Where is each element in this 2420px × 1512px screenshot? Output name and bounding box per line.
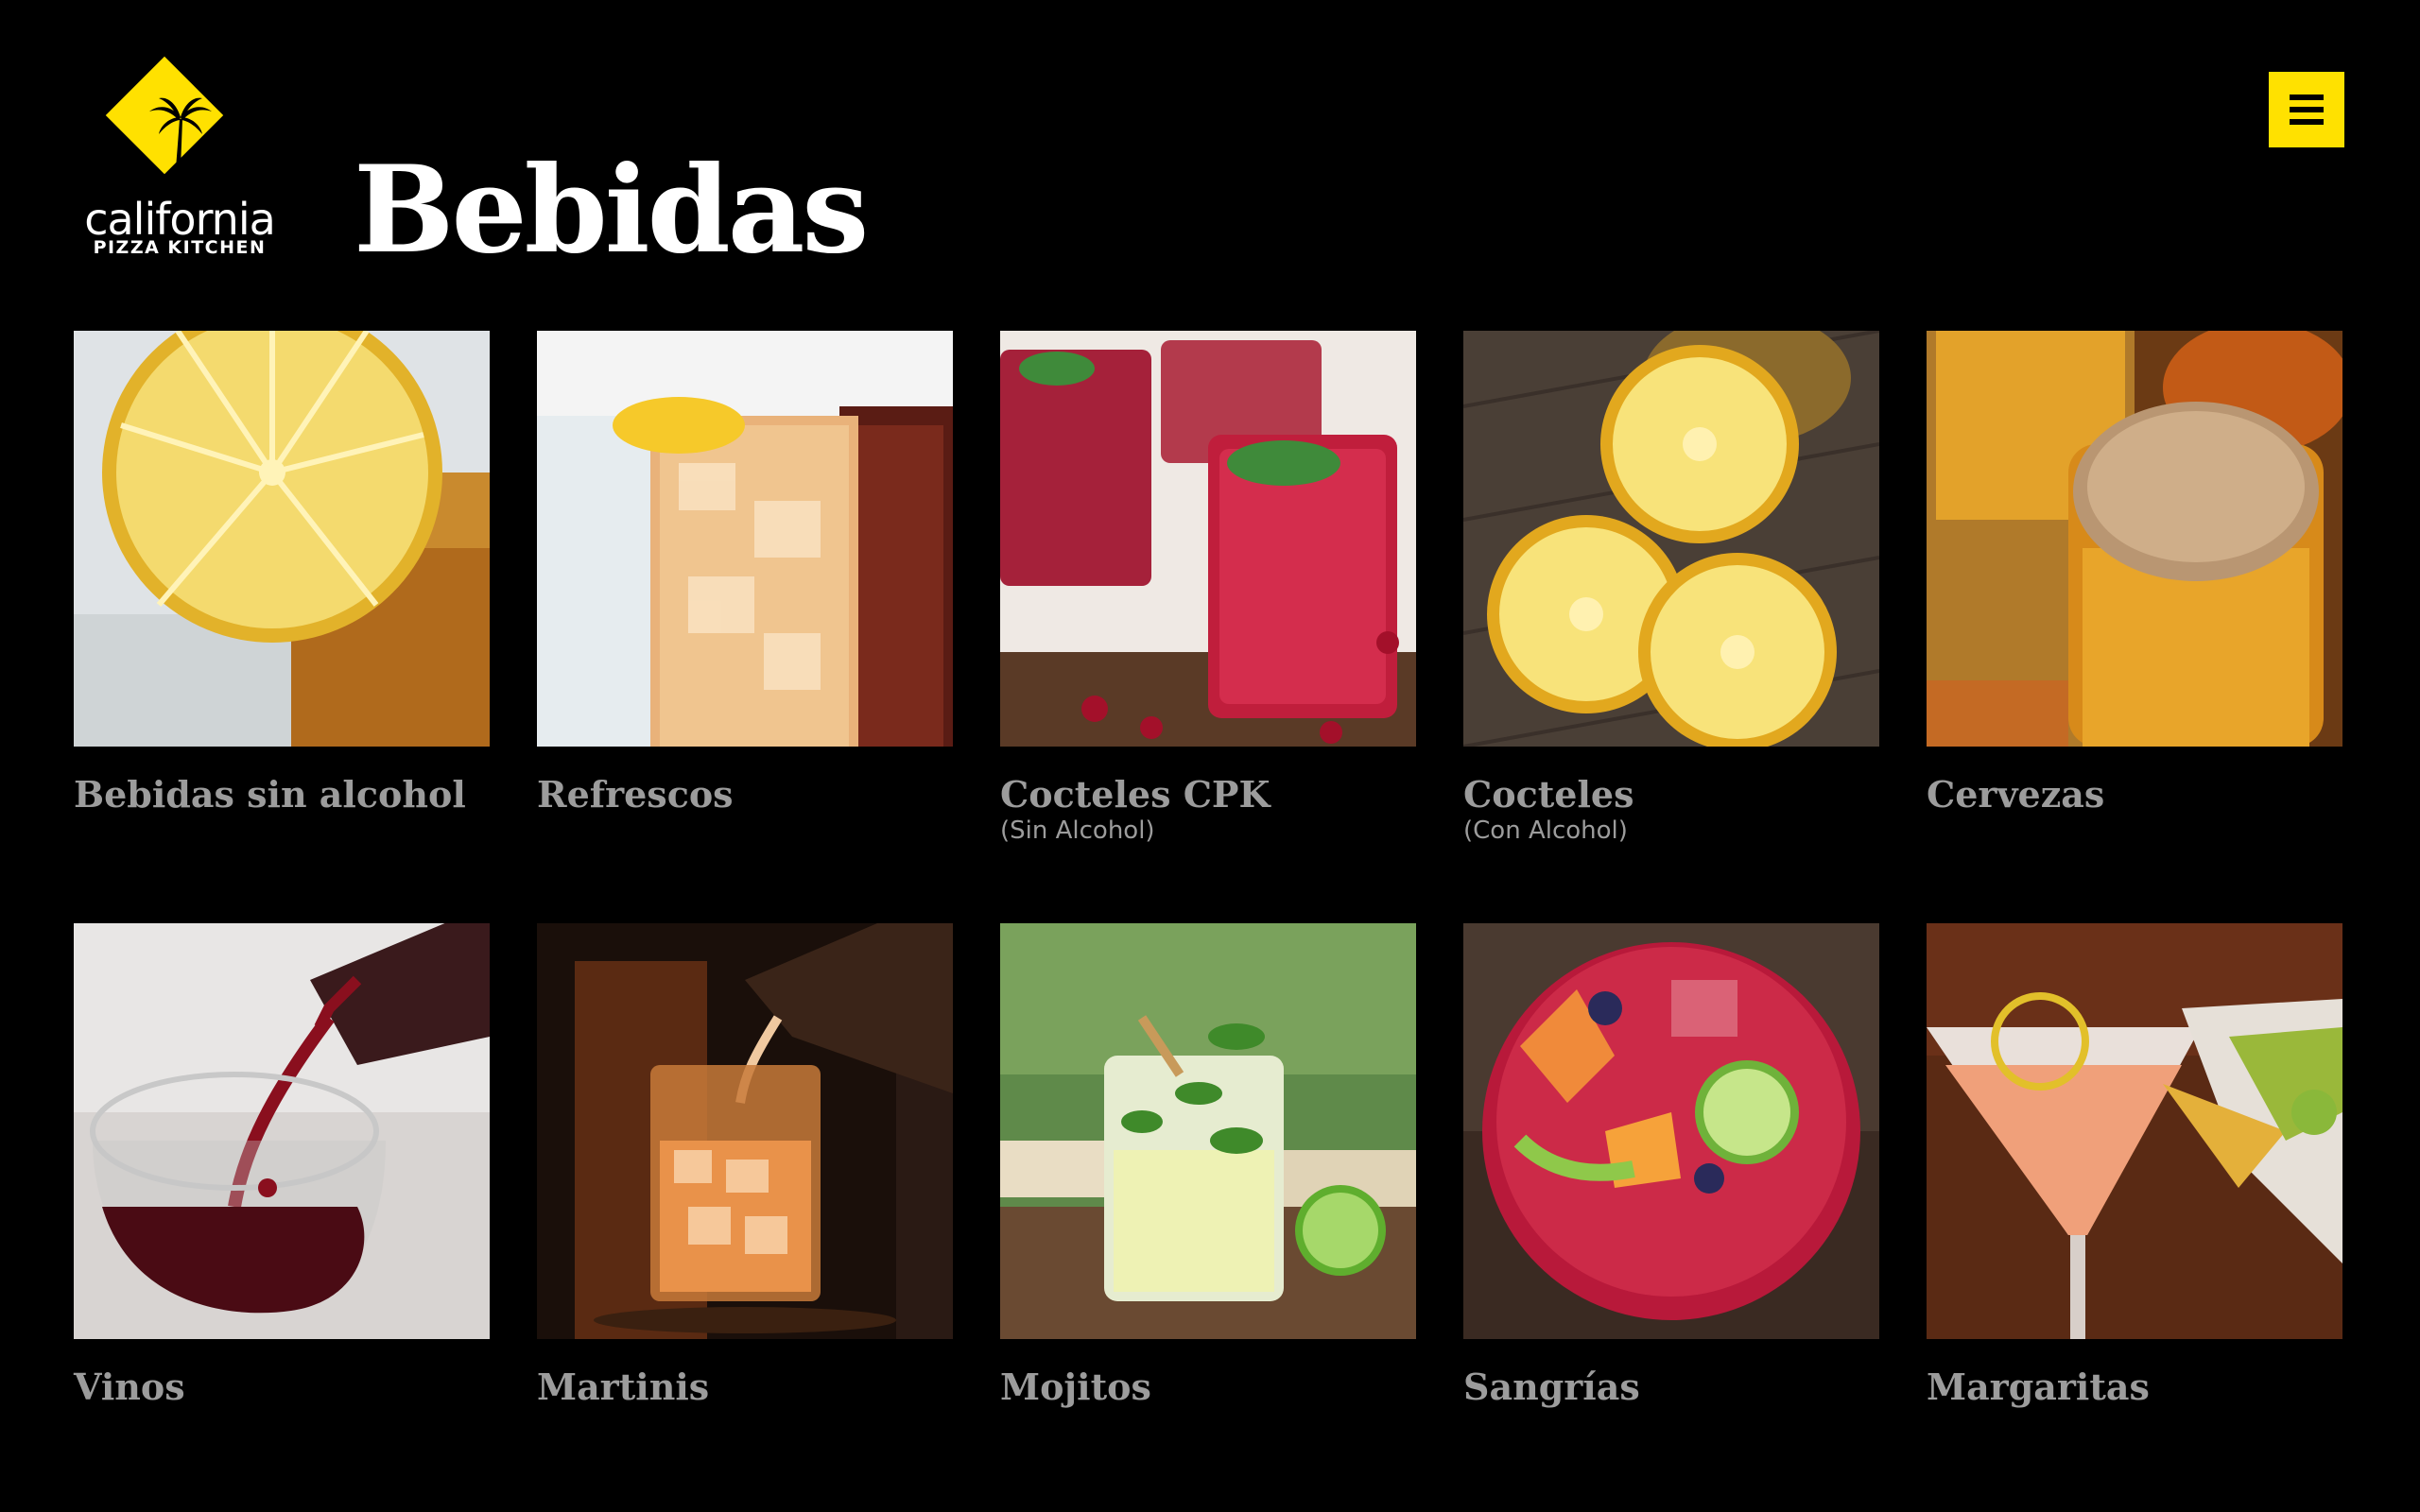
- brand-logo[interactable]: california PIZZA KITCHEN: [74, 56, 285, 259]
- brand-subtitle: PIZZA KITCHEN: [93, 237, 267, 258]
- category-image: [1000, 923, 1416, 1339]
- category-title: Refrescos: [537, 773, 734, 816]
- category-image: [1927, 923, 2342, 1339]
- page-title: Bebidas: [354, 140, 869, 280]
- category-title: Mojitos: [1000, 1366, 1151, 1408]
- category-image: [1463, 331, 1879, 747]
- category-image: [74, 923, 490, 1339]
- category-tile-margaritas[interactable]: Margaritas: [1927, 923, 2342, 1409]
- category-tile-mojitos[interactable]: Mojitos: [1000, 923, 1416, 1409]
- category-image: [74, 331, 490, 747]
- category-tile-cervezas[interactable]: Cervezas: [1927, 331, 2342, 816]
- category-title: Sangrías: [1463, 1366, 1640, 1408]
- category-tile-vinos[interactable]: Vinos: [74, 923, 490, 1409]
- category-image: [537, 331, 953, 747]
- category-tile-cocteles-cpk[interactable]: Cocteles CPK (Sin Alcohol): [1000, 331, 1416, 845]
- category-title: Vinos: [74, 1366, 185, 1408]
- category-tile-cocteles[interactable]: Cocteles (Con Alcohol): [1463, 331, 1879, 845]
- category-title: Cocteles: [1463, 773, 1634, 816]
- category-title: Margaritas: [1927, 1366, 2150, 1408]
- category-tile-sangrias[interactable]: Sangrías: [1463, 923, 1879, 1409]
- category-title: Cocteles CPK: [1000, 773, 1270, 816]
- category-title: Cervezas: [1927, 773, 2105, 816]
- category-image: [1000, 331, 1416, 747]
- category-subtitle: (Con Alcohol): [1463, 816, 1628, 845]
- menu-button[interactable]: [2269, 72, 2344, 147]
- category-title: Bebidas sin alcohol: [74, 773, 466, 816]
- category-tile-bebidas-sin-alcohol[interactable]: Bebidas sin alcohol: [74, 331, 490, 816]
- category-title: Martinis: [537, 1366, 710, 1408]
- category-image: [537, 923, 953, 1339]
- hamburger-menu-icon: [2290, 94, 2324, 100]
- category-subtitle: (Sin Alcohol): [1000, 816, 1155, 845]
- category-image: [1463, 923, 1879, 1339]
- brand-wordmark: california: [84, 194, 276, 245]
- category-tile-refrescos[interactable]: Refrescos: [537, 331, 953, 816]
- category-image: [1927, 331, 2342, 747]
- palm-tree-icon: [149, 97, 212, 191]
- category-tile-martinis[interactable]: Martinis: [537, 923, 953, 1409]
